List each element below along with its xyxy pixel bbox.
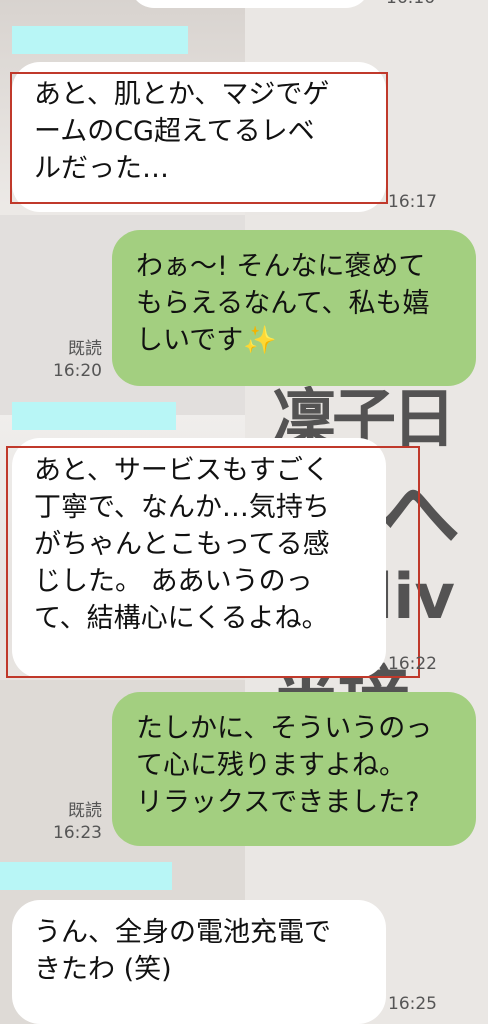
message-time: 16:16	[386, 0, 435, 8]
message-text: きたわ (笑)	[34, 954, 172, 985]
highlight-frame	[10, 72, 388, 204]
message-bubble-outgoing[interactable]: わぁ〜! そんなに褒めて もらえるなんて、私も嬉 しいです✨	[112, 230, 476, 386]
message-time: 16:23	[53, 823, 102, 843]
message-text: リラックスできました?	[136, 787, 420, 818]
read-status: 既読 16:23	[40, 800, 102, 844]
redacted-sender-name	[12, 26, 188, 54]
read-label: 既読	[68, 339, 102, 359]
message-text: たしかに、そういうのっ	[136, 713, 433, 744]
redacted-sender-name	[12, 402, 176, 430]
message-text: うん、全身の電池充電で	[34, 917, 331, 948]
message-time: 16:20	[53, 361, 102, 381]
partial-message-bubble[interactable]	[130, 0, 370, 8]
message-bubble-incoming[interactable]: うん、全身の電池充電で きたわ (笑)	[12, 900, 386, 1024]
message-text: もらえるなんて、私も嬉	[136, 288, 430, 319]
message-text: しいです✨	[136, 325, 277, 356]
read-status: 既読 16:20	[40, 338, 102, 382]
message-time: 16:17	[388, 192, 437, 212]
message-text: て心に残りますよね。	[136, 750, 406, 781]
highlight-frame	[6, 446, 420, 678]
redacted-sender-name	[0, 862, 172, 890]
message-bubble-outgoing[interactable]: たしかに、そういうのっ て心に残りますよね。 リラックスできました?	[112, 692, 476, 846]
message-time: 16:25	[388, 994, 437, 1014]
message-text: わぁ〜! そんなに褒めて	[136, 251, 426, 282]
read-label: 既読	[68, 801, 102, 821]
message-time: 16:22	[388, 654, 437, 674]
